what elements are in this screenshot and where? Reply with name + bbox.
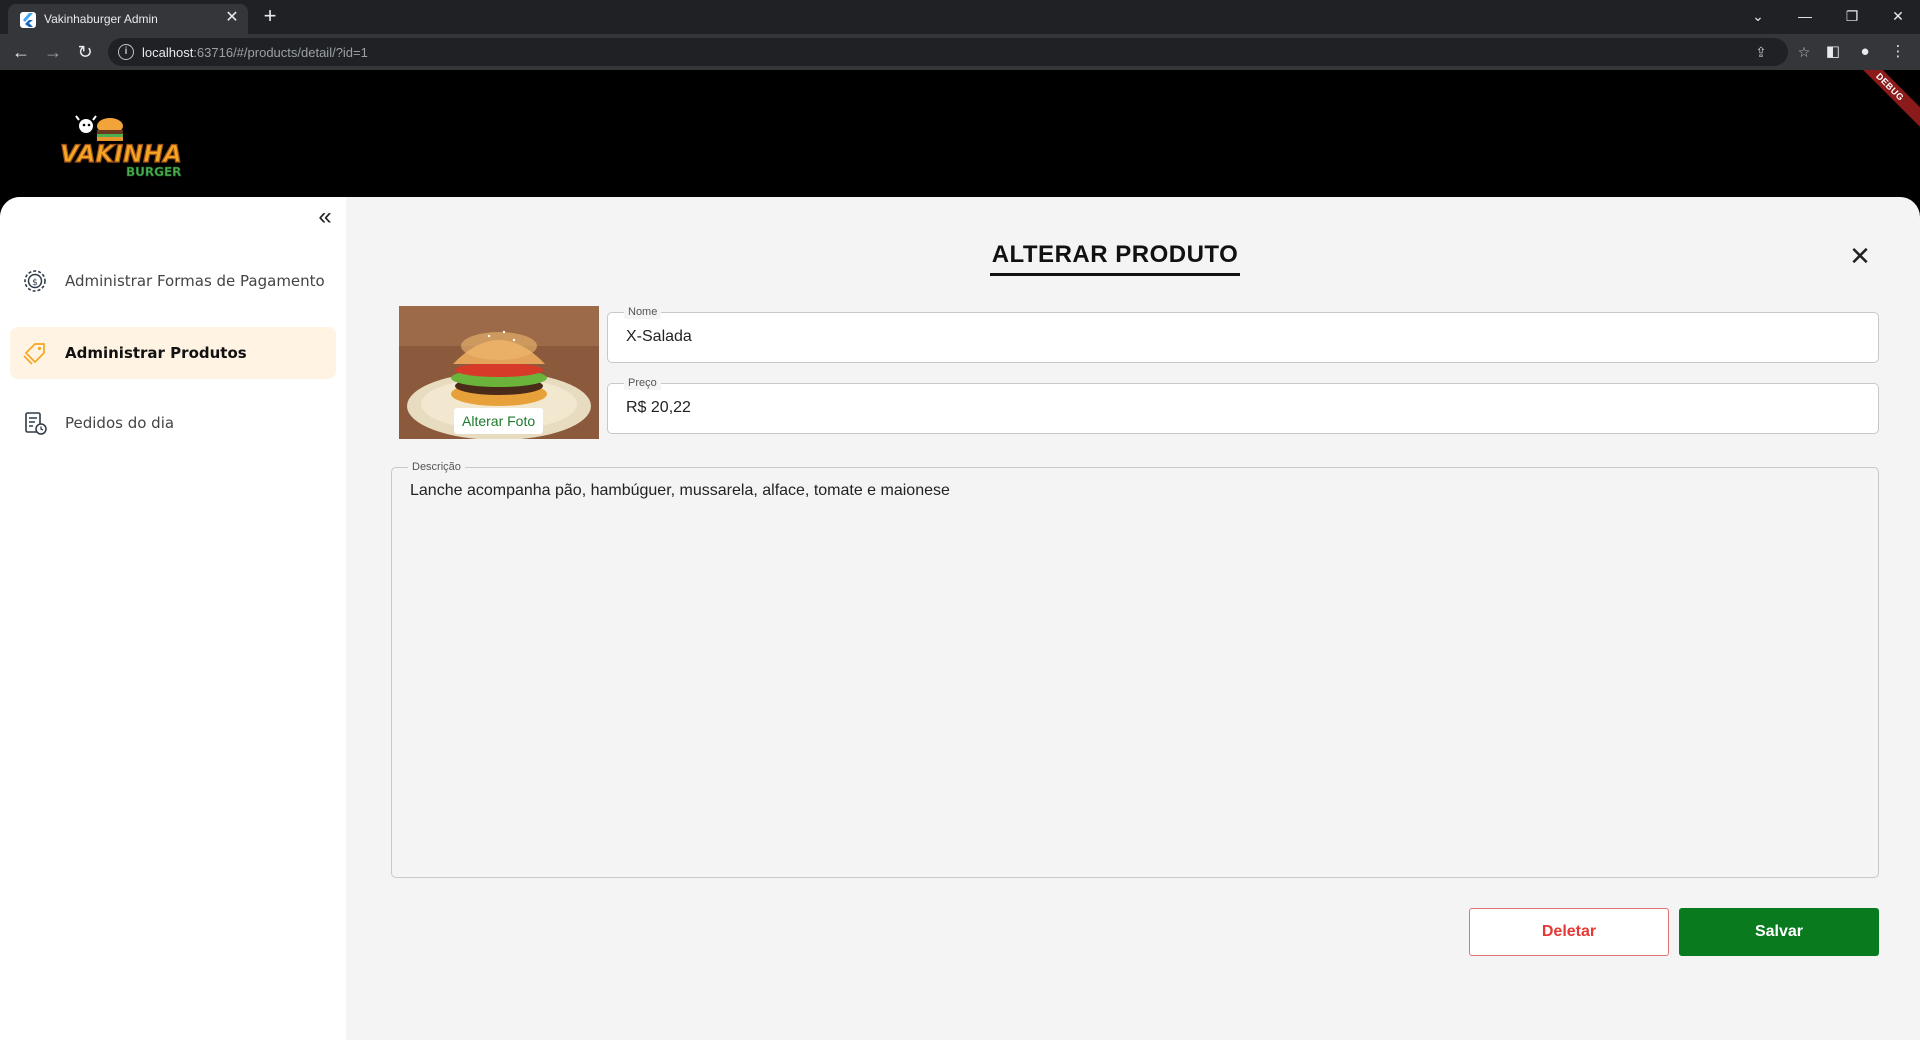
browser-tab-bar: Vakinhaburger Admin ✕ + ⌄ — ❐ ✕ bbox=[0, 0, 1920, 34]
share-icon[interactable]: ⇪ bbox=[1750, 42, 1772, 62]
description-field-label: Descrição bbox=[408, 460, 465, 474]
minimize-icon[interactable]: — bbox=[1791, 4, 1819, 28]
price-field-label: Preço bbox=[624, 376, 661, 390]
delete-button[interactable]: Deletar bbox=[1469, 908, 1669, 956]
browser-toolbar: ← → ↻ i localhost:63716/#/products/detai… bbox=[0, 34, 1920, 70]
sidebar-item-daily-orders[interactable]: Pedidos do dia bbox=[10, 397, 336, 449]
new-tab-icon[interactable]: + bbox=[258, 5, 282, 29]
save-button[interactable]: Salvar bbox=[1679, 908, 1879, 956]
price-field-value: R$ 20,22 bbox=[626, 399, 691, 416]
forward-icon[interactable]: → bbox=[41, 40, 65, 64]
debug-banner: DEBUG bbox=[1842, 70, 1920, 135]
description-field[interactable]: Descrição Lanche acompanha pão, hambúgue… bbox=[391, 460, 1879, 878]
sidebar-item-label: Administrar Formas de Pagamento bbox=[65, 272, 325, 290]
sidebar-item-label: Pedidos do dia bbox=[65, 414, 175, 432]
products-tag-icon bbox=[23, 343, 45, 365]
payment-settings-icon: $ bbox=[24, 270, 46, 292]
page-title: ALTERAR PRODUTO bbox=[991, 241, 1239, 268]
address-bar[interactable]: i localhost:63716/#/products/detail/?id=… bbox=[108, 38, 1810, 66]
sidebar: « $ Administrar Formas de Pagamento Admi… bbox=[0, 197, 346, 1040]
reload-icon[interactable]: ↻ bbox=[73, 40, 97, 64]
side-panel-icon[interactable]: ◧ bbox=[1821, 40, 1845, 64]
svg-text:$: $ bbox=[32, 278, 38, 288]
description-field-value: Lanche acompanha pão, hambúguer, mussare… bbox=[410, 482, 950, 499]
restore-icon[interactable]: ❐ bbox=[1838, 4, 1866, 28]
sidebar-item-payment-methods[interactable]: $ Administrar Formas de Pagamento bbox=[10, 255, 336, 307]
svg-text:VAKINHA: VAKINHA bbox=[60, 140, 182, 168]
app-body: « $ Administrar Formas de Pagamento Admi… bbox=[0, 197, 1920, 1040]
change-photo-button[interactable]: Alterar Foto bbox=[454, 408, 544, 434]
name-field-label: Nome bbox=[624, 305, 662, 319]
tab-close-icon[interactable]: ✕ bbox=[222, 8, 242, 28]
profile-icon[interactable]: ● bbox=[1853, 40, 1877, 64]
close-icon[interactable]: ✕ bbox=[1846, 243, 1874, 271]
app-header: VAKINHA BURGER DEBUG bbox=[0, 70, 1920, 198]
vakinha-burger-logo: VAKINHA BURGER bbox=[59, 115, 182, 179]
tab-search-icon[interactable]: ⌄ bbox=[1744, 4, 1772, 28]
flutter-favicon-icon bbox=[20, 12, 36, 28]
sidebar-item-label: Administrar Produtos bbox=[65, 344, 247, 362]
price-field[interactable]: Preço R$ 20,22 bbox=[607, 376, 1879, 434]
collapse-sidebar-icon[interactable]: « bbox=[312, 205, 338, 231]
title-underline bbox=[990, 273, 1240, 276]
name-field-value: X-Salada bbox=[626, 328, 692, 345]
url-text: localhost:63716/#/products/detail/?id=1 bbox=[142, 45, 368, 60]
browser-menu-icon[interactable]: ⋮ bbox=[1886, 40, 1910, 64]
svg-text:BURGER: BURGER bbox=[126, 165, 181, 179]
product-photo: Alterar Foto bbox=[399, 306, 599, 439]
orders-icon bbox=[25, 412, 47, 435]
window-close-icon[interactable]: ✕ bbox=[1884, 4, 1912, 28]
browser-tab[interactable]: Vakinhaburger Admin ✕ bbox=[8, 4, 248, 34]
back-icon[interactable]: ← bbox=[9, 40, 33, 64]
name-field[interactable]: Nome X-Salada bbox=[607, 305, 1879, 363]
sidebar-item-products[interactable]: Administrar Produtos bbox=[10, 327, 336, 379]
site-info-icon[interactable]: i bbox=[118, 44, 134, 60]
tab-title: Vakinhaburger Admin bbox=[44, 12, 158, 26]
bookmark-star-icon[interactable]: ☆ bbox=[1793, 42, 1815, 62]
